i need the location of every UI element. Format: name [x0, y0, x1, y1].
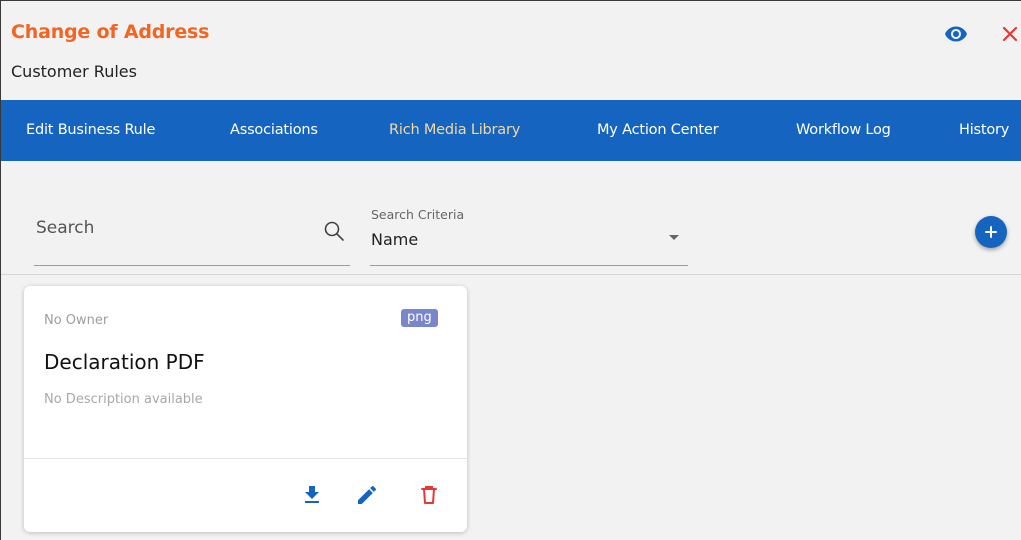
- card-title[interactable]: Declaration PDF: [44, 350, 205, 374]
- page-header: Change of Address Customer Rules: [1, 1, 1021, 100]
- plus-icon: [985, 226, 997, 238]
- tab-rich-media-library[interactable]: Rich Media Library: [389, 100, 520, 161]
- dropdown-arrow-icon[interactable]: [662, 225, 686, 249]
- search-placeholder: Search: [36, 218, 95, 238]
- tab-bar: Edit Business Rule Associations Rich Med…: [1, 100, 1021, 161]
- add-button[interactable]: [975, 216, 1007, 248]
- tab-history[interactable]: History: [959, 100, 1009, 161]
- search-criteria-select[interactable]: Search Criteria Name: [370, 205, 688, 266]
- app-window: Change of Address Customer Rules Edit Bu…: [0, 0, 1021, 540]
- tab-workflow-log[interactable]: Workflow Log: [796, 100, 891, 161]
- search-icon[interactable]: [322, 219, 346, 243]
- page-title: Change of Address: [11, 21, 210, 43]
- delete-icon[interactable]: [417, 483, 441, 507]
- card-owner: No Owner: [44, 313, 109, 328]
- file-type-badge: png: [401, 309, 438, 327]
- close-icon[interactable]: [998, 22, 1021, 46]
- download-icon[interactable]: [300, 483, 324, 507]
- eye-icon[interactable]: [944, 22, 968, 46]
- edit-icon[interactable]: [355, 483, 379, 507]
- search-criteria-value: Name: [371, 230, 419, 249]
- tab-edit-business-rule[interactable]: Edit Business Rule: [26, 100, 155, 161]
- tab-my-action-center[interactable]: My Action Center: [597, 100, 719, 161]
- media-card[interactable]: No Owner png Declaration PDF No Descript…: [24, 286, 467, 532]
- card-divider: [24, 458, 467, 459]
- tab-associations[interactable]: Associations: [230, 100, 318, 161]
- search-input[interactable]: Search: [34, 205, 350, 266]
- search-criteria-label: Search Criteria: [371, 207, 465, 222]
- page-subtitle: Customer Rules: [11, 62, 137, 81]
- card-description: No Description available: [44, 392, 203, 407]
- section-divider: [1, 274, 1021, 275]
